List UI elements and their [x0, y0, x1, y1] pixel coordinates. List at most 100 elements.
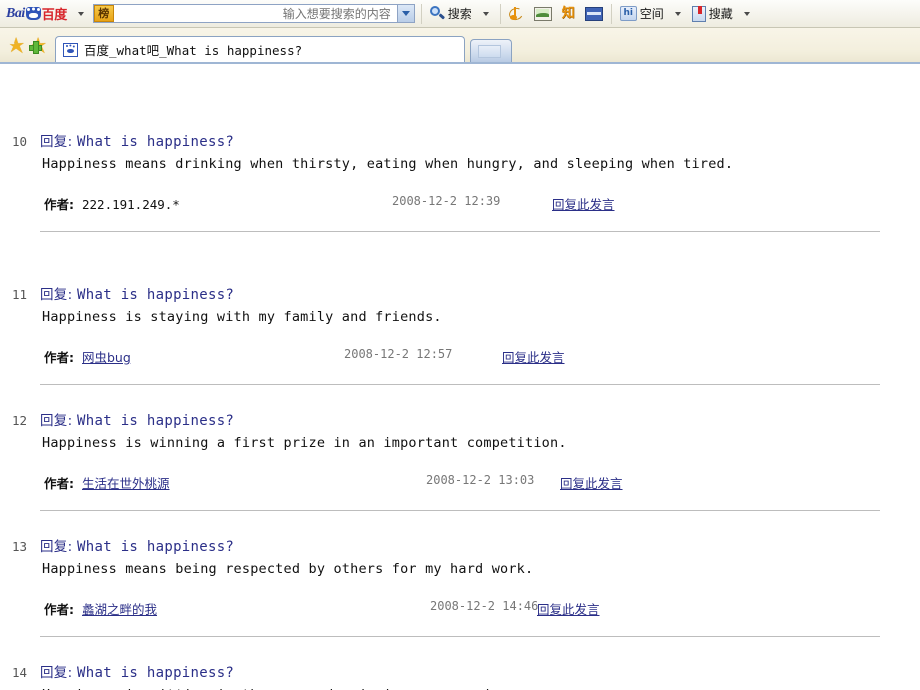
author-label: 作者:	[44, 197, 74, 212]
author-link[interactable]: 蠡湖之畔的我	[82, 599, 157, 618]
chevron-down-icon	[743, 11, 750, 16]
forum-post: 11 回复: What is happiness? Happiness is sta…	[0, 283, 920, 385]
reply-prefix: 回复:	[40, 134, 78, 150]
image-search-button[interactable]	[530, 2, 556, 26]
post-date: 2008-12-2 14:46	[430, 599, 539, 613]
reply-prefix: 回复:	[40, 665, 78, 681]
forum-post: 13 回复: What is happiness? Happiness means …	[0, 535, 920, 637]
reply-to-post-link[interactable]: 回复此发言	[502, 347, 565, 366]
search-button[interactable]: 搜索	[426, 2, 476, 26]
post-body: Happiness is winning a first prize in an…	[42, 435, 567, 451]
search-history-dropdown-button[interactable]	[396, 5, 414, 22]
author-link[interactable]: 网虫bug	[82, 347, 131, 366]
toolbar-divider	[420, 3, 422, 24]
add-to-favorites-button[interactable]	[28, 32, 50, 62]
post-meta: 作者: 生活在世外桃源 2008-12-2 13:03 回复此发言	[44, 473, 920, 492]
mp3-button[interactable]	[505, 2, 530, 26]
forum-post: 14回复: What is happiness?Happiness is sit…	[0, 661, 920, 690]
music-note-icon	[507, 5, 526, 22]
video-search-button[interactable]	[581, 2, 607, 26]
post-body: Happiness means drinking when thirsty, e…	[42, 156, 734, 172]
plus-icon	[29, 41, 42, 54]
bookmark-icon	[691, 5, 706, 22]
soucang-button[interactable]: 搜藏	[688, 2, 737, 26]
chevron-down-icon	[77, 11, 84, 16]
post-header: 14 回复: What is happiness?	[0, 661, 920, 681]
baidu-toolbar: Bai 百度 榜 搜索 知	[0, 0, 920, 28]
post-number: 12	[12, 413, 28, 428]
post-separator	[40, 510, 880, 511]
post-title-text: What is happiness?	[77, 665, 235, 681]
post-number: 13	[12, 539, 28, 554]
post-number: 10	[12, 134, 28, 149]
post-title: 回复: What is happiness?	[40, 409, 234, 429]
post-date: 2008-12-2 13:03	[426, 473, 535, 487]
blank-tab-thumbnail	[478, 44, 501, 58]
forum-post: 12 回复: What is happiness? Happiness is win…	[0, 409, 920, 511]
toolbar-divider	[610, 3, 612, 24]
soucang-dropdown-button[interactable]	[737, 1, 757, 27]
browser-tab-title: 百度_what吧_What is happiness?	[84, 43, 303, 58]
post-separator	[40, 231, 880, 232]
search-input[interactable]	[113, 5, 397, 22]
logo-cn-text: 百度	[41, 7, 68, 22]
post-title-text: What is happiness?	[77, 134, 235, 150]
post-title-text: What is happiness?	[77, 287, 235, 303]
reply-to-post-link[interactable]: 回复此发言	[537, 599, 600, 618]
post-meta: 作者: 蠡湖之畔的我 2008-12-2 14:46 回复此发言	[44, 599, 920, 618]
hi-icon: hi	[619, 6, 637, 21]
post-title: 回复: What is happiness?	[40, 535, 234, 555]
author-label: 作者:	[44, 602, 74, 617]
post-title-text: What is happiness?	[77, 413, 235, 429]
author-ip: 222.191.249.*	[82, 197, 180, 212]
post-separator	[40, 384, 880, 385]
post-body: Happiness is staying with my family and …	[42, 309, 442, 325]
baidu-logo[interactable]: Bai 百度	[0, 1, 71, 27]
post-number: 11	[12, 287, 28, 302]
post-body: Happiness means being respected by other…	[42, 561, 534, 577]
post-title-text: What is happiness?	[77, 539, 235, 555]
space-dropdown-button[interactable]	[668, 1, 688, 27]
magnifier-icon	[429, 6, 445, 21]
favorites-button[interactable]	[6, 32, 28, 62]
soucang-button-label: 搜藏	[708, 7, 733, 21]
author-label: 作者:	[44, 350, 74, 365]
post-header: 13 回复: What is happiness?	[0, 535, 920, 555]
post-separator	[40, 636, 880, 637]
post-header: 12 回复: What is happiness?	[0, 409, 920, 429]
search-button-label: 搜索	[447, 7, 472, 21]
post-title: 回复: What is happiness?	[40, 661, 234, 681]
browser-tab-bar: 百度_what吧_What is happiness?	[0, 28, 920, 64]
reply-prefix: 回复:	[40, 539, 78, 555]
post-date: 2008-12-2 12:57	[344, 347, 453, 361]
reply-to-post-link[interactable]: 回复此发言	[560, 473, 623, 492]
forum-post: 10 回复: What is happiness? Happiness means …	[0, 130, 920, 232]
author-link[interactable]: 生活在世外桃源	[82, 473, 170, 492]
browser-tab-inactive[interactable]	[470, 39, 512, 62]
baidu-paw-icon	[25, 7, 41, 20]
post-header: 11 回复: What is happiness?	[0, 283, 920, 303]
reply-to-post-link[interactable]: 回复此发言	[552, 194, 615, 213]
author-label: 作者:	[44, 476, 74, 491]
post-title: 回复: What is happiness?	[40, 283, 234, 303]
post-date: 2008-12-2 12:39	[392, 194, 501, 208]
logo-bai-text: Bai	[6, 5, 25, 21]
post-title: 回复: What is happiness?	[40, 130, 234, 150]
forum-post-list: 10 回复: What is happiness? Happiness means …	[0, 64, 920, 690]
logo-dropdown-button[interactable]	[71, 1, 91, 27]
browser-tab-active[interactable]: 百度_what吧_What is happiness?	[55, 36, 465, 62]
reply-prefix: 回复:	[40, 287, 78, 303]
star-icon	[9, 39, 26, 53]
reply-prefix: 回复:	[40, 413, 78, 429]
picture-icon	[533, 6, 552, 21]
search-dropdown-button[interactable]	[476, 1, 496, 27]
ranking-badge-icon[interactable]: 榜	[93, 5, 114, 22]
zhidao-button[interactable]: 知	[556, 2, 581, 26]
space-button[interactable]: hi 空间	[616, 2, 668, 26]
search-box[interactable]: 榜	[92, 4, 415, 23]
chevron-down-icon	[401, 11, 410, 16]
post-meta: 作者: 网虫bug 2008-12-2 12:57 回复此发言	[44, 347, 920, 366]
toolbar-divider	[499, 3, 501, 24]
zhidao-icon: 知	[561, 6, 575, 21]
chevron-down-icon	[482, 11, 489, 16]
